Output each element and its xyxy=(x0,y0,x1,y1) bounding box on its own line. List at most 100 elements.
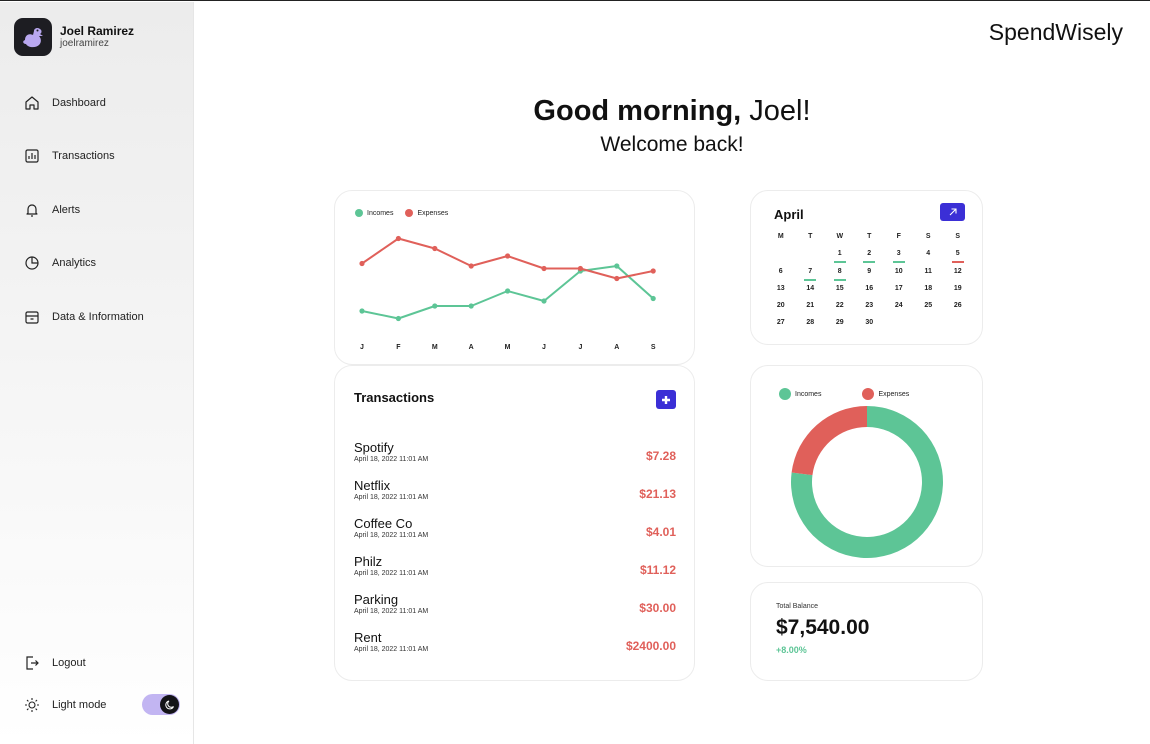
data-point xyxy=(359,260,365,267)
calendar-day[interactable]: 4 xyxy=(914,250,944,267)
calendar-day[interactable]: 6 xyxy=(766,268,796,285)
calendar-day[interactable]: 1 xyxy=(825,250,855,267)
calendar-weekday: F xyxy=(896,233,901,240)
calendar-day[interactable]: 21 xyxy=(796,302,826,319)
transaction-name: Coffee Co xyxy=(354,516,413,531)
calendar-day[interactable]: 17 xyxy=(884,285,914,302)
income-expense-line-chart-card: Incomes Expenses JFMAMJJAS xyxy=(334,190,695,365)
theme-toggle[interactable] xyxy=(142,694,180,715)
data-point xyxy=(468,263,474,269)
transaction-amount: $4.01 xyxy=(645,525,676,539)
calendar-day[interactable]: 2 xyxy=(855,250,885,267)
transaction-row[interactable]: Netflix April 18, 2022 11:01 AM $21.13 xyxy=(354,479,676,517)
calendar-day[interactable]: 27 xyxy=(766,319,796,336)
data-point xyxy=(432,303,438,309)
transaction-row[interactable]: Parking April 18, 2022 11:01 AM $30.00 xyxy=(354,593,676,631)
calendar-day[interactable]: 26 xyxy=(943,302,973,319)
calendar-day-marker xyxy=(833,278,846,281)
bar-chart-icon xyxy=(25,149,39,163)
calendar-day[interactable]: 29 xyxy=(825,319,855,336)
sidebar-item-transactions[interactable]: Transactions xyxy=(24,145,144,167)
transaction-date: April 18, 2022 11:01 AM xyxy=(354,532,429,539)
calendar-day[interactable]: 12 xyxy=(943,268,973,285)
transaction-date: April 18, 2022 11:01 AM xyxy=(354,608,429,615)
sidebar-item-alerts[interactable]: Alerts xyxy=(24,199,144,221)
calendar-weekday: M xyxy=(777,233,784,240)
calendar-weekday: S xyxy=(955,233,961,240)
data-point xyxy=(541,265,547,272)
sidebar-item-dashboard[interactable]: Dashboard xyxy=(24,92,144,114)
calendar-day[interactable]: 9 xyxy=(855,268,885,285)
calendar-weekday: W xyxy=(836,233,844,240)
calendar-day-marker xyxy=(951,261,964,264)
transaction-row[interactable]: Spotify April 18, 2022 11:01 AM $7.28 xyxy=(354,441,676,479)
logout-icon xyxy=(26,656,39,670)
transaction-row[interactable]: Rent April 18, 2022 11:01 AM $2400.00 xyxy=(354,631,676,669)
greeting-title: Good morning, Joel! xyxy=(194,93,1150,129)
calendar-day[interactable]: 23 xyxy=(855,302,885,319)
transaction-amount: $11.12 xyxy=(639,563,676,577)
calendar-weekday: S xyxy=(925,233,931,240)
plus-icon xyxy=(662,395,670,404)
calendar-day[interactable]: 7 xyxy=(796,268,826,285)
calendar-expand-button[interactable] xyxy=(940,203,965,221)
calendar-day[interactable]: 3 xyxy=(884,250,914,267)
donut-chart xyxy=(791,406,943,558)
transaction-list: Spotify April 18, 2022 11:01 AM $7.28 Netfl… xyxy=(354,441,676,669)
calendar-day[interactable]: 8 xyxy=(825,268,855,285)
bell-icon xyxy=(26,204,38,217)
x-tick-label: S xyxy=(651,344,656,351)
transaction-row[interactable]: Coffee Co April 18, 2022 11:01 AM $4.01 xyxy=(354,517,676,555)
calendar-day[interactable]: 15 xyxy=(825,285,855,302)
calendar-day[interactable]: 14 xyxy=(796,285,826,302)
x-tick-label: M xyxy=(505,344,511,351)
transactions-title: Transactions xyxy=(354,390,435,405)
calendar-day[interactable]: 11 xyxy=(914,268,944,285)
transaction-name: Netflix xyxy=(354,478,391,493)
calendar-day[interactable]: 28 xyxy=(796,319,826,336)
transactions-card: Transactions Spotify April 18, 2022 11:01… xyxy=(334,365,695,681)
x-tick-label: J xyxy=(578,344,582,351)
calendar-blank xyxy=(796,250,826,267)
calendar-day[interactable]: 20 xyxy=(766,302,796,319)
data-point xyxy=(468,303,474,309)
user-profile[interactable]: Joel Ramirez joelramirez xyxy=(14,18,134,56)
data-point xyxy=(577,265,583,272)
calendar-blank xyxy=(766,250,796,267)
transaction-amount: $7.28 xyxy=(645,449,676,463)
add-transaction-button[interactable] xyxy=(656,390,676,409)
calendar-day[interactable]: 10 xyxy=(884,268,914,285)
calendar-weekday: T xyxy=(867,233,872,240)
sidebar-item-label: Analytics xyxy=(52,257,97,270)
logout-button[interactable]: Logout xyxy=(24,652,86,674)
calendar-day[interactable]: 18 xyxy=(914,285,944,302)
sidebar-item-label: Alerts xyxy=(52,203,81,216)
total-balance-card: Total Balance $7,540.00 +8.00% xyxy=(750,582,983,681)
balance-label: Total Balance xyxy=(776,603,819,610)
transaction-name: Parking xyxy=(354,592,399,607)
transaction-row[interactable]: Philz April 18, 2022 11:01 AM $11.12 xyxy=(354,555,676,593)
duck-avatar-icon xyxy=(23,27,43,48)
calendar-day[interactable]: 30 xyxy=(855,319,885,336)
calendar-day[interactable]: 22 xyxy=(825,302,855,319)
data-point xyxy=(505,288,511,294)
calendar-day[interactable]: 19 xyxy=(943,285,973,302)
calendar-day[interactable]: 13 xyxy=(766,285,796,302)
user-handle: joelramirez xyxy=(60,38,109,49)
data-point xyxy=(614,275,620,282)
calendar-day[interactable]: 16 xyxy=(855,285,885,302)
greeting-subtitle: Welcome back! xyxy=(600,133,744,156)
arrow-up-right-icon xyxy=(949,208,957,216)
calendar-day[interactable]: 24 xyxy=(884,302,914,319)
transaction-date: April 18, 2022 11:01 AM xyxy=(354,456,429,463)
sidebar-item-analytics[interactable]: Analytics xyxy=(24,252,144,274)
transaction-amount: $30.00 xyxy=(639,601,676,615)
calendar-day[interactable]: 25 xyxy=(914,302,944,319)
sidebar-item-data-information[interactable]: Data & Information xyxy=(24,306,144,328)
moon-icon xyxy=(164,700,174,709)
data-point xyxy=(541,298,547,304)
calendar-card: April M T W T F S S 1 2 3 4 5 6 7 8 9 10 11 12 13 14 15 16 17 18… xyxy=(750,190,983,345)
data-point xyxy=(432,245,438,252)
calendar-day[interactable]: 5 xyxy=(943,250,973,267)
calendar-day-marker xyxy=(804,278,817,281)
